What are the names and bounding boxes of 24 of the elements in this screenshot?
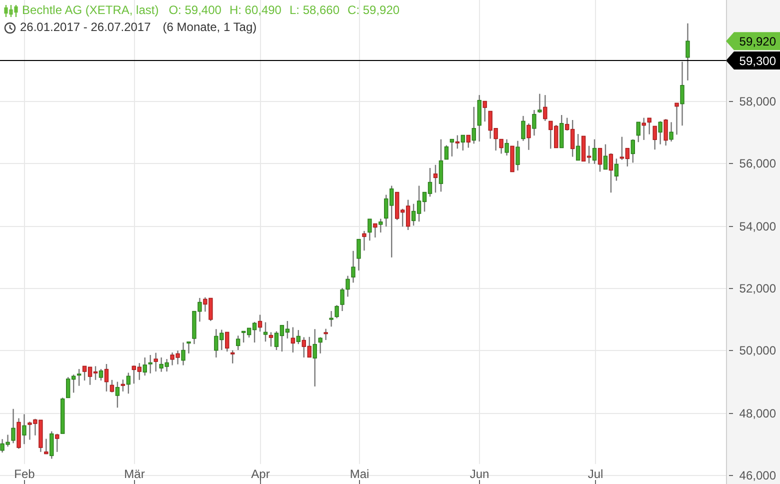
quote-value: C: 59,920	[348, 3, 400, 18]
chart-title: Bechtle AG (XETRA, last)	[22, 3, 159, 18]
clock-icon	[4, 22, 16, 34]
ref-line-label: 59,300	[739, 54, 776, 68]
axis-label: Jun	[470, 467, 490, 481]
axis-label: 50,000	[739, 344, 776, 358]
axis-label: 52,000	[739, 282, 776, 296]
quote-value: H: 60,490	[229, 3, 282, 18]
axis-label: 56,000	[739, 156, 776, 170]
quote-value: L: 58,660	[289, 3, 340, 18]
axis-label: 54,000	[739, 220, 776, 234]
axis-label: Mai	[350, 467, 370, 481]
axis-label: 46,000	[739, 468, 776, 482]
candlestick-icon	[4, 4, 18, 16]
axis-label: 48,000	[739, 406, 776, 420]
axis-label: Jul	[588, 467, 604, 481]
axis-label: Apr	[251, 467, 270, 481]
axis-label: Feb	[14, 467, 35, 481]
axis-label: 58,000	[739, 94, 776, 108]
quote-value: O: 59,400	[168, 3, 222, 18]
period-label: (6 Monate, 1 Tag)	[162, 20, 257, 35]
price-tag: 59,920	[726, 32, 780, 50]
axis-label: Mär	[124, 467, 145, 481]
date-range: 26.01.2017 - 26.07.2017	[20, 20, 151, 35]
